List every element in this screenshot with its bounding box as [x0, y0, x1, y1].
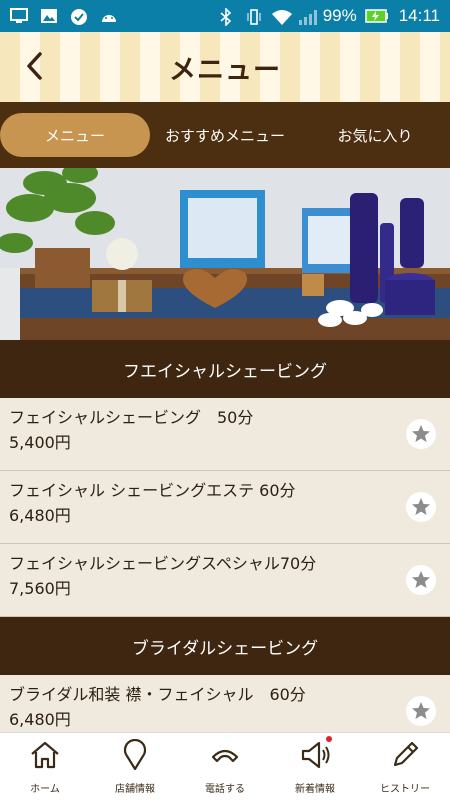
tab-menu[interactable]: メニュー	[0, 113, 150, 157]
menu-item-name: フェイシャル シェービングエステ 60分	[9, 481, 296, 500]
nav-label: ヒストリー	[380, 784, 430, 795]
battery-percent: 99%	[322, 6, 357, 25]
nav-label: ホーム	[30, 784, 60, 795]
star-icon	[412, 571, 430, 588]
star-icon	[412, 498, 430, 515]
favorite-button[interactable]	[406, 419, 436, 449]
favorite-button[interactable]	[406, 492, 436, 522]
menu-item[interactable]: フェイシャル シェービングエステ 60分 6,480円	[0, 471, 450, 544]
battery-charging-icon	[364, 8, 388, 24]
menu-item[interactable]: フェイシャルシェービング 50分 5,400円	[0, 398, 450, 471]
nav-call[interactable]: 電話する	[180, 733, 270, 800]
app-header: メニュー	[0, 32, 450, 102]
tab-recommended[interactable]: おすすめメニュー	[150, 113, 300, 157]
status-bar: 99% 14:11	[0, 0, 450, 32]
menu-item-price: 6,480円	[9, 710, 71, 729]
menu-item[interactable]: フェイシャルシェービングスペシャル70分 7,560円	[0, 544, 450, 617]
page-title: メニュー	[169, 54, 281, 86]
menu-item-price: 5,400円	[9, 433, 71, 452]
screen-icon	[10, 8, 28, 24]
pencil-icon	[393, 741, 419, 767]
nav-label: 電話する	[205, 784, 245, 795]
wifi-icon	[271, 8, 292, 25]
nav-label: 店舗情報	[115, 784, 155, 795]
section-header: フエイシャルシェービング	[0, 340, 450, 398]
notification-dot	[326, 736, 332, 742]
bottom-nav: ホーム 店舗情報 電話する 新着情報 ヒストリー	[0, 732, 450, 800]
tab-bar: メニュー おすすめメニュー お気に入り	[0, 102, 450, 168]
bluetooth-icon	[219, 7, 237, 27]
menu-item[interactable]: ブライダル和装 襟・フェイシャル 60分 6,480円	[0, 675, 450, 732]
image-icon	[40, 8, 58, 24]
signal-icon	[297, 8, 317, 25]
check-circle-icon	[70, 8, 88, 25]
menu-item-price: 6,480円	[9, 506, 71, 525]
nav-history[interactable]: ヒストリー	[360, 733, 450, 800]
android-icon	[100, 8, 118, 24]
megaphone-icon	[301, 741, 330, 769]
chevron-left-icon	[27, 52, 42, 80]
phone-icon	[211, 749, 239, 763]
favorite-button[interactable]	[406, 696, 436, 726]
back-button[interactable]	[18, 49, 52, 83]
map-pin-icon	[123, 739, 147, 771]
tab-favorites[interactable]: お気に入り	[300, 113, 450, 157]
nav-home[interactable]: ホーム	[0, 733, 90, 800]
favorite-button[interactable]	[406, 565, 436, 595]
vibrate-icon	[245, 8, 263, 25]
menu-item-price: 7,560円	[9, 579, 71, 598]
nav-label: 新着情報	[295, 784, 335, 795]
nav-news[interactable]: 新着情報	[270, 733, 360, 800]
banner-photo	[0, 168, 450, 340]
section-header: ブライダルシェービング	[0, 617, 450, 675]
home-icon	[31, 741, 59, 769]
nav-store-info[interactable]: 店舗情報	[90, 733, 180, 800]
menu-list: フエイシャルシェービング フェイシャルシェービング 50分 5,400円 フェイ…	[0, 340, 450, 732]
clock: 14:11	[398, 6, 440, 25]
menu-item-name: ブライダル和装 襟・フェイシャル 60分	[9, 685, 306, 704]
star-icon	[412, 425, 430, 442]
star-icon	[412, 702, 430, 719]
menu-item-name: フェイシャルシェービングスペシャル70分	[9, 554, 317, 573]
menu-item-name: フェイシャルシェービング 50分	[9, 408, 254, 427]
